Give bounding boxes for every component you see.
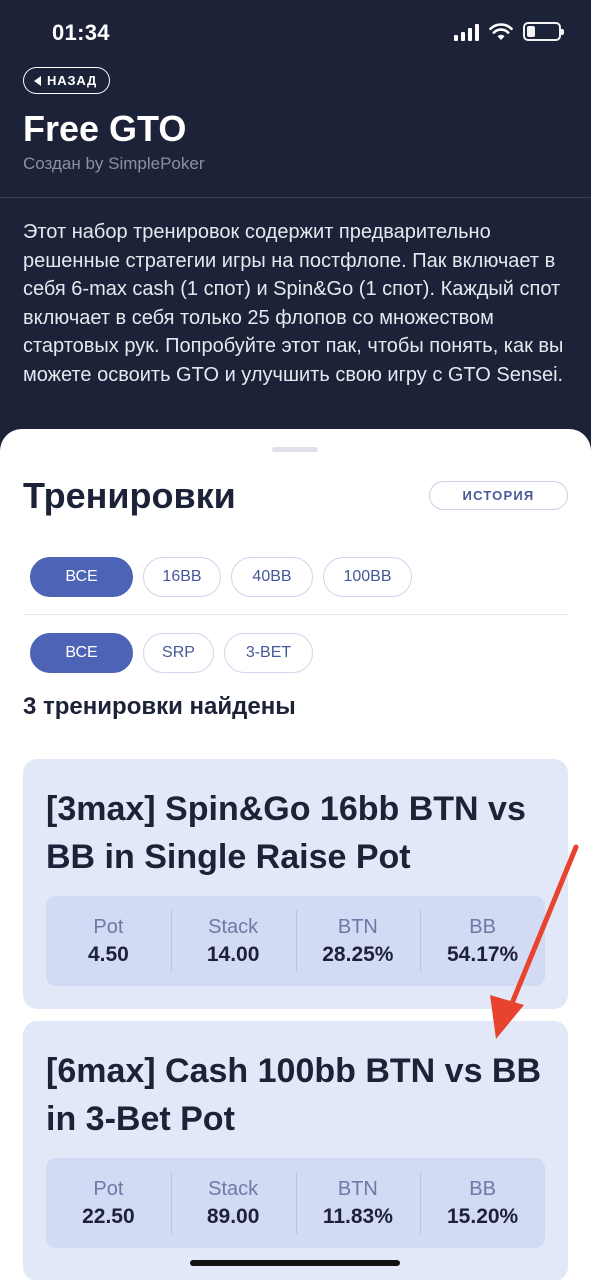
wifi-icon [489, 22, 513, 40]
stat-bb: BB 15.20% [420, 1172, 545, 1234]
stat-btn: BTN 28.25% [295, 910, 421, 972]
stat-label: Pot [93, 915, 124, 938]
stat-value: 89.00 [206, 1204, 260, 1228]
filter-divider [23, 614, 568, 615]
status-time: 01:34 [52, 20, 110, 45]
stat-label: BB [469, 915, 496, 938]
training-stats: Pot 4.50 Stack 14.00 BTN 28.25% BB 54.17… [46, 896, 545, 986]
status-bar: 01:34 [0, 0, 591, 64]
stat-pot: Pot 4.50 [46, 910, 171, 972]
filter-chip-16bb[interactable]: 16BB [143, 557, 221, 597]
back-arrow-icon [34, 75, 41, 86]
stat-pot: Pot 22.50 [46, 1172, 171, 1234]
sheet-grabber[interactable] [272, 447, 318, 452]
battery-icon [523, 22, 564, 41]
stat-value: 15.20% [447, 1204, 519, 1228]
stat-btn: BTN 11.83% [295, 1172, 421, 1234]
stat-label: Stack [208, 915, 259, 938]
stat-label: Pot [93, 1177, 124, 1200]
stat-value: 54.17% [447, 942, 519, 966]
stat-label: BTN [337, 915, 378, 938]
stat-value: 11.83% [322, 1204, 393, 1228]
training-card[interactable]: [3max] Spin&Go 16bb BTN vs BB in Single … [23, 759, 568, 1009]
stat-value: 14.00 [206, 942, 260, 966]
training-card[interactable]: [6max] Cash 100bb BTN vs BB in 3-Bet Pot… [23, 1021, 568, 1280]
stat-bb: BB 54.17% [420, 910, 545, 972]
pack-description: Этот набор тренировок содержит предварит… [23, 221, 564, 386]
stack-filter-row: ВСЕ 16BB 40BB 100BB [30, 557, 412, 597]
back-button[interactable]: НАЗАД [23, 67, 111, 94]
stat-label: BTN [337, 1177, 378, 1200]
stat-stack: Stack 14.00 [170, 910, 296, 972]
training-stats: Pot 22.50 Stack 89.00 BTN 11.83% BB 15.2… [46, 1158, 545, 1248]
training-card-title: [6max] Cash 100bb BTN vs BB in 3-Bet Pot [46, 1052, 542, 1138]
stat-value: 28.25% [322, 942, 394, 966]
back-button-label: НАЗАД [47, 73, 98, 88]
trainings-sheet: Тренировки ИСТОРИЯ ВСЕ 16BB 40BB 100BB В… [0, 429, 591, 1280]
results-count: 3 тренировки найдены [23, 693, 296, 720]
section-title: Тренировки [23, 475, 236, 516]
home-indicator[interactable] [190, 1260, 400, 1266]
signal-icon [454, 23, 479, 41]
page-subtitle: Создан by SimplePoker [23, 154, 205, 173]
training-card-title: [3max] Spin&Go 16bb BTN vs BB in Single … [46, 790, 526, 876]
pack-header: НАЗАД Free GTO Создан by SimplePoker [0, 64, 591, 198]
stat-label: Stack [208, 1177, 259, 1200]
filter-chip-100bb[interactable]: 100BB [323, 557, 412, 597]
filter-chip-40bb[interactable]: 40BB [231, 557, 313, 597]
page-title: Free GTO [23, 108, 187, 149]
status-icons [454, 22, 564, 41]
stat-value: 22.50 [82, 1204, 135, 1228]
filter-chip-3bet[interactable]: 3-BET [224, 633, 313, 673]
stat-value: 4.50 [87, 942, 129, 966]
filter-chip-stack-all[interactable]: ВСЕ [30, 557, 133, 597]
stat-label: BB [469, 1177, 496, 1200]
stat-stack: Stack 89.00 [170, 1172, 296, 1234]
pot-filter-row: ВСЕ SRP 3-BET [30, 633, 313, 673]
filter-chip-srp[interactable]: SRP [143, 633, 214, 673]
history-button[interactable]: ИСТОРИЯ [429, 481, 568, 510]
filter-chip-pot-all[interactable]: ВСЕ [30, 633, 133, 673]
